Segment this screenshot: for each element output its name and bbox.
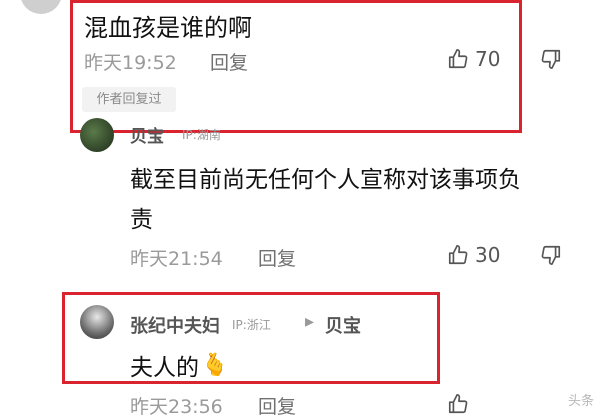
comment-text-line-2: 责 xyxy=(130,207,153,233)
avatar[interactable] xyxy=(80,118,114,152)
reply-to-arrow: ▸ xyxy=(305,311,315,332)
reply-button[interactable]: 回复 xyxy=(258,244,296,271)
comment-text: 混血孩是谁的啊 xyxy=(84,14,252,42)
like-button[interactable]: 30 xyxy=(447,243,500,267)
reply-button[interactable]: 回复 xyxy=(258,392,296,419)
comment-time: 昨天19:52 xyxy=(84,52,177,74)
watermark: 头条 xyxy=(567,394,594,409)
thumbs-down-icon[interactable] xyxy=(540,244,562,266)
like-count: 30 xyxy=(475,243,501,267)
finger-heart-icon: 🫰 xyxy=(201,352,229,378)
comment-text: 夫人的 🫰 xyxy=(130,348,228,382)
avatar-partial[interactable] xyxy=(20,0,62,14)
thumbs-up-icon[interactable] xyxy=(447,393,469,415)
thumbs-up-icon xyxy=(447,244,469,266)
comment-time: 昨天21:54 xyxy=(130,248,223,270)
thumbs-down-icon[interactable] xyxy=(540,48,562,70)
highlight-box-comment-3 xyxy=(62,292,440,384)
reply-to-username[interactable]: 贝宝 xyxy=(325,312,361,338)
username[interactable]: 张纪中夫妇 xyxy=(130,312,220,338)
avatar[interactable] xyxy=(80,305,114,339)
like-button[interactable]: 70 xyxy=(447,47,500,71)
comment-text-line-1: 截至目前尚无任何个人宣称对该事项负 xyxy=(130,167,521,193)
ip-location: IP:湖南 xyxy=(182,128,221,142)
thumbs-up-icon xyxy=(447,48,469,70)
username[interactable]: 贝宝 xyxy=(130,122,164,147)
like-count: 70 xyxy=(475,47,501,71)
comment-time: 昨天23:56 xyxy=(130,396,223,418)
reply-button[interactable]: 回复 xyxy=(210,48,248,75)
author-replied-tag: 作者回复过 xyxy=(82,87,176,112)
comment-text-content: 夫人的 xyxy=(130,355,199,381)
ip-location: IP:浙江 xyxy=(232,318,271,332)
